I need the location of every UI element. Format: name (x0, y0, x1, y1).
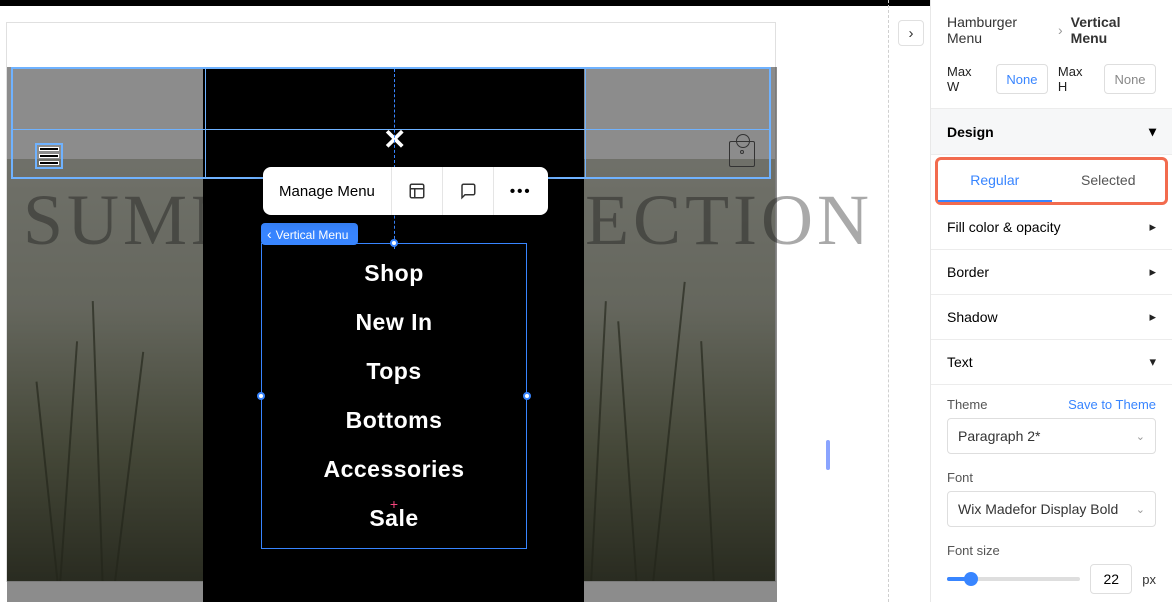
font-size-slider[interactable] (947, 577, 1080, 581)
row-shadow[interactable]: Shadow ▸ (931, 295, 1172, 340)
design-header-label: Design (947, 124, 994, 140)
chevron-right-icon: ▸ (1149, 309, 1156, 325)
save-to-theme-link[interactable]: Save to Theme (1068, 397, 1156, 412)
element-toolbar: Manage Menu ••• (263, 167, 548, 215)
font-value: Wix Madefor Display Bold (958, 501, 1118, 517)
max-h-label: Max H (1058, 64, 1094, 94)
add-item-marker[interactable]: + (390, 496, 398, 512)
panel-divider (888, 0, 889, 602)
hamburger-icon[interactable] (35, 143, 63, 169)
menu-item-shop[interactable]: Shop (364, 260, 424, 287)
tab-selected[interactable]: Selected (1052, 160, 1166, 202)
resize-handle-left[interactable] (257, 392, 265, 400)
max-w-input[interactable]: None (996, 64, 1048, 94)
row-border-label: Border (947, 264, 989, 280)
row-fill-opacity[interactable]: Fill color & opacity ▸ (931, 205, 1172, 250)
tab-regular[interactable]: Regular (938, 160, 1052, 202)
max-size-row: Max W None Max H None (931, 56, 1172, 108)
row-shadow-label: Shadow (947, 309, 998, 325)
row-text-label: Text (947, 354, 973, 370)
chevron-down-icon: ▾ (1149, 354, 1156, 370)
scroll-indicator[interactable] (826, 440, 830, 470)
element-badge[interactable]: Vertical Menu (261, 223, 358, 245)
chevron-down-icon: ⌄ (1136, 430, 1145, 443)
vertical-menu-element[interactable]: Shop New In Tops Bottoms Accessories + S… (261, 243, 527, 549)
chevron-right-icon: › (1058, 22, 1063, 38)
menu-item-new-in[interactable]: New In (355, 309, 432, 336)
chevron-right-icon: ▸ (1149, 219, 1156, 235)
breadcrumb-current: Vertical Menu (1071, 14, 1156, 46)
font-select[interactable]: Wix Madefor Display Bold ⌄ (947, 491, 1156, 527)
row-border[interactable]: Border ▸ (931, 250, 1172, 295)
row-fill-label: Fill color & opacity (947, 219, 1061, 235)
canvas-region[interactable]: SUMMER COLLECTION ✕ Manage Menu (0, 0, 930, 602)
theme-label: Theme (947, 397, 987, 412)
menu-item-bottoms[interactable]: Bottoms (346, 407, 443, 434)
menu-item-accessories[interactable]: Accessories (323, 456, 464, 483)
design-section-header[interactable]: Design ▾ (931, 108, 1172, 155)
font-label: Font (947, 470, 973, 485)
shopping-bag-icon[interactable] (729, 141, 755, 167)
more-icon[interactable]: ••• (494, 167, 548, 215)
font-size-unit: px (1142, 572, 1156, 587)
max-w-label: Max W (947, 64, 986, 94)
slider-thumb[interactable] (964, 572, 978, 586)
layout-icon[interactable] (392, 167, 443, 215)
row-text[interactable]: Text ▾ (931, 340, 1172, 385)
theme-select[interactable]: Paragraph 2* ⌄ (947, 418, 1156, 454)
expand-panel-button[interactable]: › (898, 20, 924, 46)
stage[interactable]: SUMMER COLLECTION ✕ Manage Menu (6, 22, 776, 582)
font-size-input[interactable] (1090, 564, 1132, 594)
state-tabs-highlight: Regular Selected (935, 157, 1168, 205)
max-h-input[interactable]: None (1104, 64, 1156, 94)
menu-item-tops[interactable]: Tops (366, 358, 421, 385)
design-panel: Hamburger Menu › Vertical Menu Max W Non… (930, 0, 1172, 602)
resize-handle-right[interactable] (523, 392, 531, 400)
top-bar (0, 0, 930, 6)
resize-handle-top[interactable] (390, 239, 398, 247)
chevron-down-icon: ▾ (1149, 123, 1156, 140)
chevron-right-icon: ▸ (1149, 264, 1156, 280)
manage-menu-button[interactable]: Manage Menu (263, 167, 392, 215)
breadcrumb: Hamburger Menu › Vertical Menu (931, 0, 1172, 56)
theme-value: Paragraph 2* (958, 428, 1041, 444)
chevron-down-icon: ⌄ (1136, 503, 1145, 516)
breadcrumb-parent[interactable]: Hamburger Menu (947, 14, 1050, 46)
alignment-guide (394, 69, 395, 249)
font-size-label: Font size (947, 543, 1000, 558)
comment-icon[interactable] (443, 167, 494, 215)
